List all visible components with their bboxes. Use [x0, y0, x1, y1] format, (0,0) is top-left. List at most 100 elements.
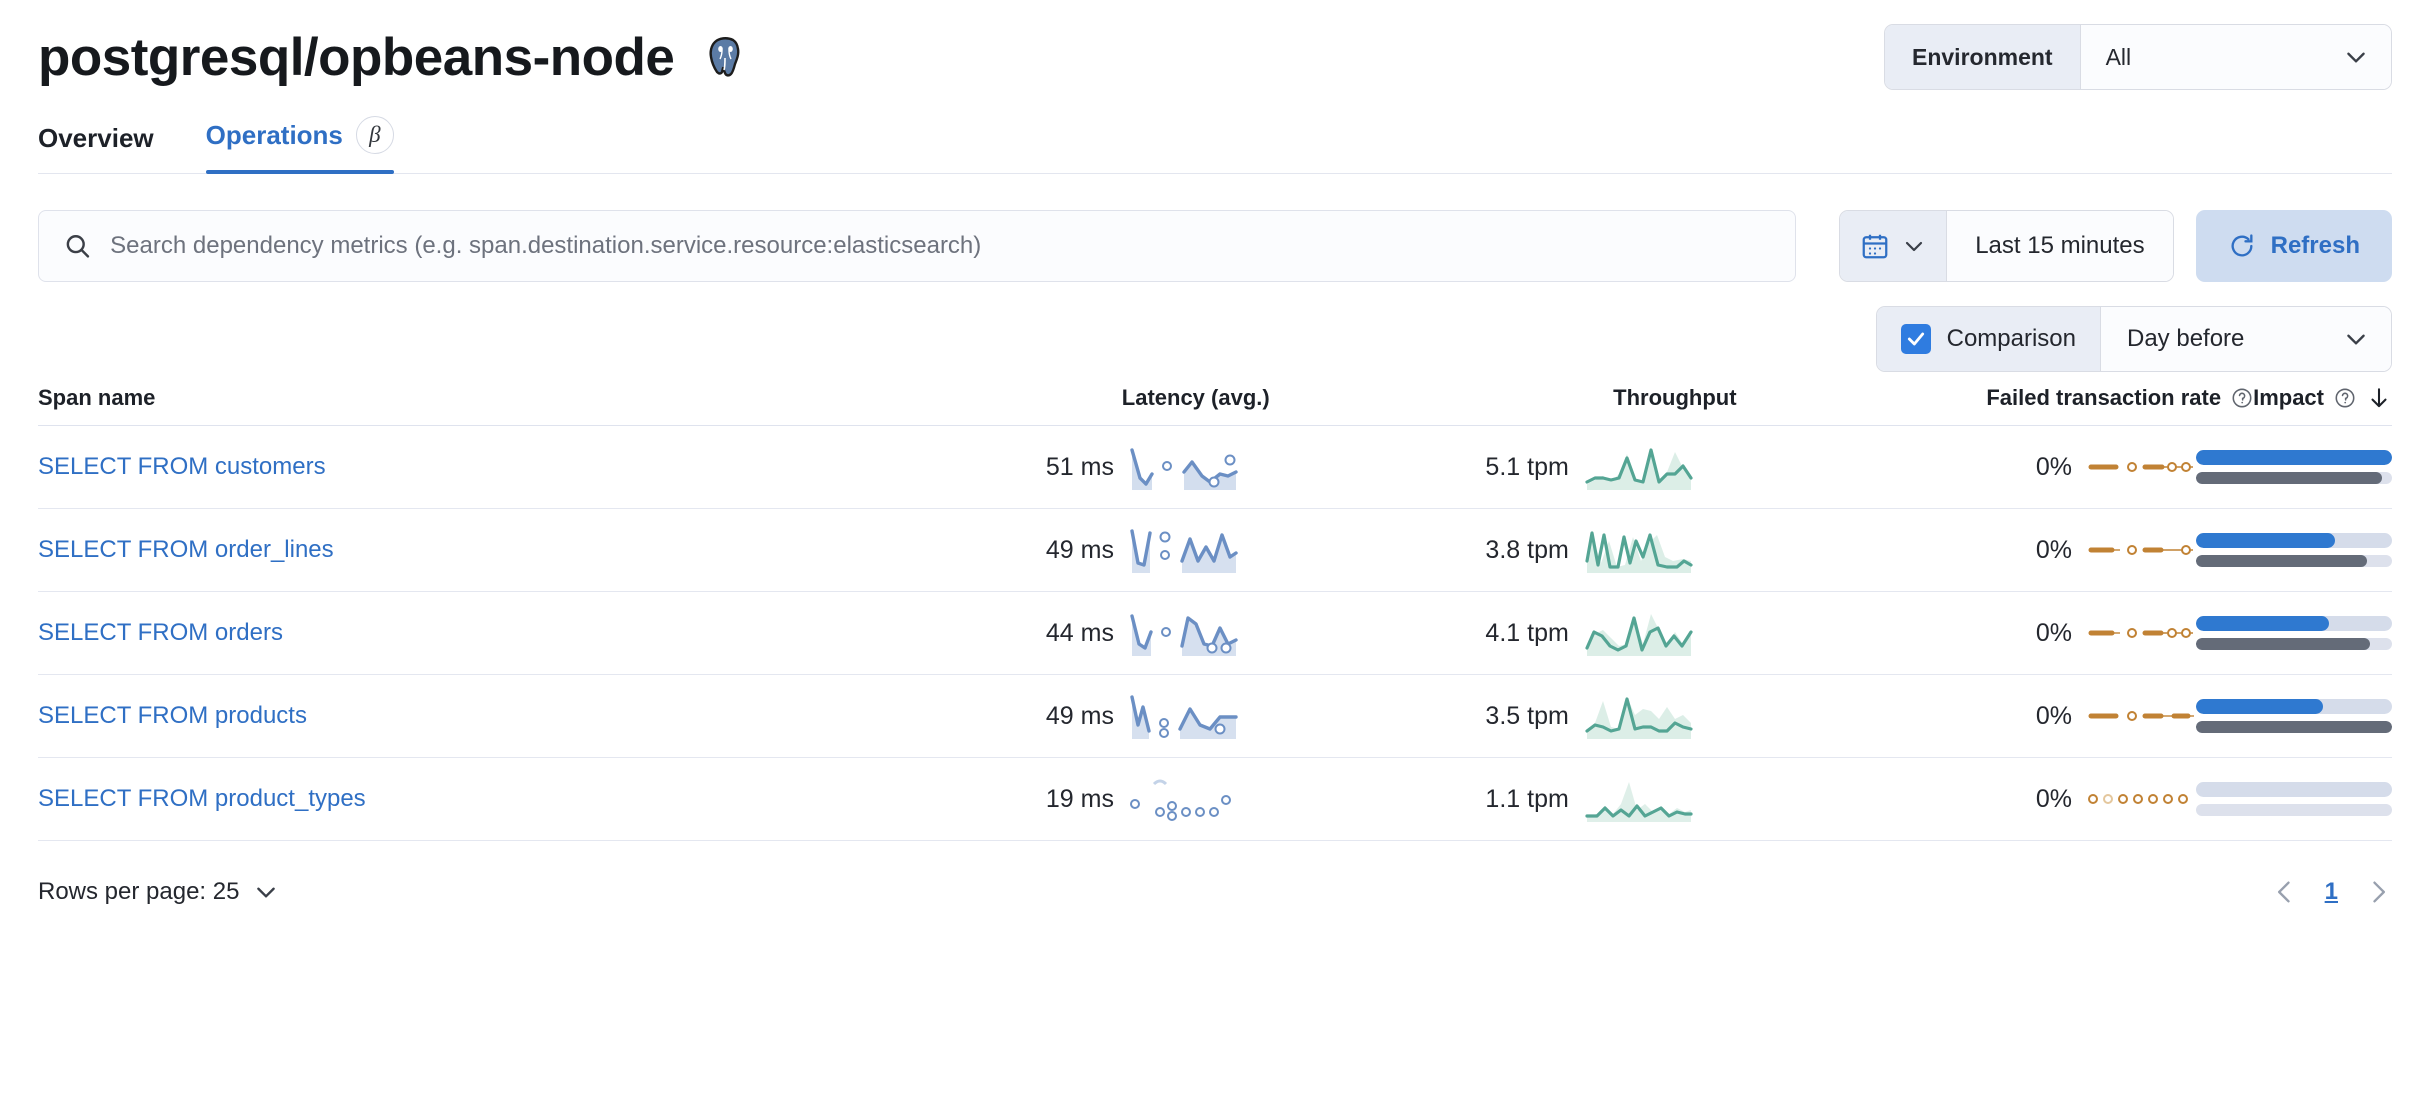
cell-latency: 49 ms — [783, 693, 1238, 739]
span-name-link[interactable]: SELECT FROM order_lines — [38, 536, 334, 563]
chevron-down-icon — [1902, 234, 1926, 258]
page-number-1[interactable]: 1 — [2325, 878, 2338, 906]
cell-throughput: 5.1 tpm — [1238, 444, 1693, 490]
tab-operations[interactable]: Operations β — [206, 116, 394, 173]
operations-table: Span name Latency (avg.) Throughput Fail… — [38, 370, 2392, 841]
time-controls: Last 15 minutes Refresh — [1839, 210, 2392, 282]
throughput-value: 5.1 tpm — [1485, 453, 1568, 482]
impact-bar-current — [2196, 699, 2392, 714]
column-header-throughput[interactable]: Throughput — [1270, 385, 1737, 411]
comparison-toggle[interactable]: Comparison — [1877, 307, 2101, 371]
comparison-checkbox[interactable] — [1901, 324, 1931, 354]
cell-span-name: SELECT FROM orders — [38, 619, 783, 647]
chevron-down-icon — [2343, 44, 2369, 70]
tab-bar: Overview Operations β — [38, 106, 2392, 174]
span-name-link[interactable]: SELECT FROM products — [38, 702, 307, 729]
failed-rate-sparkline — [2088, 786, 2196, 812]
column-header-span-name[interactable]: Span name — [38, 385, 803, 411]
cell-failed-rate: 0% — [1693, 536, 2196, 565]
comparison-control: Comparison Day before — [1876, 306, 2392, 372]
search-box[interactable] — [38, 210, 1796, 282]
cell-latency: 44 ms — [783, 610, 1238, 656]
table-row[interactable]: SELECT FROM product_types 19 ms 1.1 tpm — [38, 758, 2392, 841]
controls-bar: Last 15 minutes Refresh Comparison — [38, 210, 2392, 362]
table-row[interactable]: SELECT FROM products 49 ms 3.5 tpm — [38, 675, 2392, 758]
tab-overview-label: Overview — [38, 123, 154, 154]
beta-badge: β — [356, 116, 394, 154]
environment-selector[interactable]: Environment All — [1884, 24, 2392, 90]
comparison-dropdown[interactable]: Day before — [2101, 307, 2391, 371]
latency-sparkline — [1130, 776, 1238, 822]
throughput-sparkline — [1585, 693, 1693, 739]
date-range-value[interactable]: Last 15 minutes — [1947, 211, 2172, 281]
column-label: Impact — [2253, 385, 2324, 411]
date-quick-select-button[interactable] — [1840, 211, 1947, 281]
arrow-down-icon[interactable] — [2366, 385, 2392, 411]
span-name-link[interactable]: SELECT FROM product_types — [38, 785, 366, 812]
cell-failed-rate: 0% — [1693, 453, 2196, 482]
rows-per-page-selector[interactable]: Rows per page: 25 — [38, 878, 279, 906]
comparison-value: Day before — [2127, 325, 2244, 353]
pagination: 1 — [2271, 878, 2392, 906]
latency-value: 44 ms — [1046, 619, 1114, 648]
cell-span-name: SELECT FROM product_types — [38, 785, 783, 813]
throughput-sparkline — [1585, 527, 1693, 573]
throughput-value: 4.1 tpm — [1485, 619, 1568, 648]
search-input[interactable] — [110, 232, 1771, 260]
comparison-label: Comparison — [1947, 325, 2076, 353]
latency-sparkline — [1130, 610, 1238, 656]
table-row[interactable]: SELECT FROM orders 44 ms 4.1 tpm — [38, 592, 2392, 675]
tab-overview[interactable]: Overview — [38, 123, 154, 173]
page-header: postgresql/opbeans-node Environment All — [38, 0, 2392, 92]
table-row[interactable]: SELECT FROM customers 51 ms 5.1 tpm — [38, 426, 2392, 509]
latency-value: 51 ms — [1046, 453, 1114, 482]
table-row[interactable]: SELECT FROM order_lines 49 ms 3.8 tpm — [38, 509, 2392, 592]
chevron-down-icon — [253, 879, 279, 905]
cell-throughput: 1.1 tpm — [1238, 776, 1693, 822]
cell-span-name: SELECT FROM products — [38, 702, 783, 730]
help-circle-icon[interactable] — [2231, 387, 2253, 409]
column-label: Span name — [38, 385, 155, 411]
span-name-link[interactable]: SELECT FROM orders — [38, 619, 283, 646]
latency-sparkline — [1130, 527, 1238, 573]
cell-impact — [2196, 782, 2392, 816]
cell-span-name: SELECT FROM customers — [38, 453, 783, 481]
throughput-value: 1.1 tpm — [1485, 785, 1568, 814]
cell-impact — [2196, 533, 2392, 567]
chevron-right-icon[interactable] — [2364, 878, 2392, 906]
throughput-value: 3.8 tpm — [1485, 536, 1568, 565]
calendar-icon — [1860, 231, 1890, 261]
latency-sparkline — [1130, 693, 1238, 739]
refresh-button[interactable]: Refresh — [2196, 210, 2392, 282]
cell-impact — [2196, 699, 2392, 733]
failed-rate-sparkline — [2088, 537, 2196, 563]
latency-sparkline — [1130, 444, 1238, 490]
latency-value: 49 ms — [1046, 536, 1114, 565]
cell-failed-rate: 0% — [1693, 702, 2196, 731]
throughput-sparkline — [1585, 444, 1693, 490]
throughput-value: 3.5 tpm — [1485, 702, 1568, 731]
column-header-failed-transaction-rate[interactable]: Failed transaction rate — [1737, 385, 2254, 411]
impact-bar-comparison — [2196, 555, 2392, 567]
column-header-impact[interactable]: Impact — [2253, 385, 2392, 411]
chevron-left-icon[interactable] — [2271, 878, 2299, 906]
impact-bar-current — [2196, 533, 2392, 548]
column-header-latency[interactable]: Latency (avg.) — [803, 385, 1270, 411]
table-footer: Rows per page: 25 1 — [38, 841, 2392, 927]
cell-throughput: 3.5 tpm — [1238, 693, 1693, 739]
help-circle-icon[interactable] — [2334, 387, 2356, 409]
title-group: postgresql/opbeans-node — [38, 31, 746, 84]
impact-bar-comparison — [2196, 638, 2392, 650]
environment-label: Environment — [1885, 25, 2081, 89]
cell-latency: 49 ms — [783, 527, 1238, 573]
date-picker[interactable]: Last 15 minutes — [1839, 210, 2173, 282]
failed-rate-value: 0% — [2036, 619, 2072, 648]
cell-failed-rate: 0% — [1693, 785, 2196, 814]
span-name-link[interactable]: SELECT FROM customers — [38, 453, 326, 480]
search-icon — [63, 231, 92, 261]
impact-bar-current — [2196, 450, 2392, 465]
environment-value-dropdown[interactable]: All — [2081, 25, 2391, 89]
table-header-row: Span name Latency (avg.) Throughput Fail… — [38, 370, 2392, 426]
column-label: Latency (avg.) — [1122, 385, 1270, 411]
cell-impact — [2196, 616, 2392, 650]
